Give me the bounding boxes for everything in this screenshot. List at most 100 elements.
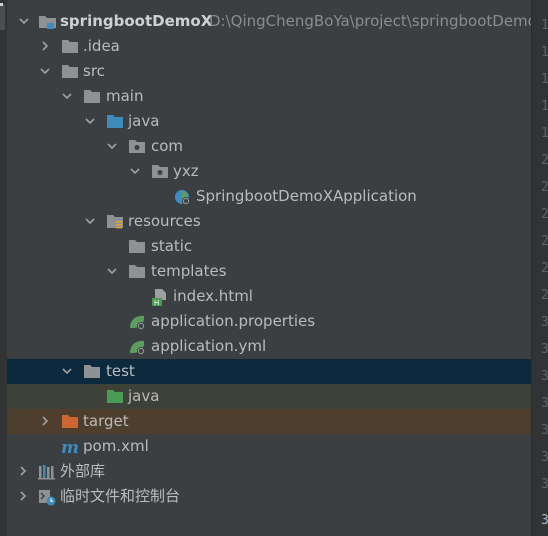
line-number: 2 [541,288,548,303]
chevron-down-icon[interactable] [105,259,119,284]
tree-row-external-libraries[interactable]: 外部库 [7,459,531,484]
tree-row-idea[interactable]: .idea [7,34,531,59]
tree-label: java [128,387,160,405]
chevron-down-icon[interactable] [38,59,52,84]
tree-label: .idea [83,37,120,55]
line-number: 3 [541,396,548,411]
line-number: 1 [541,72,548,87]
tree-row-templates[interactable]: templates [7,259,531,284]
tree-row-test[interactable]: test [7,359,531,384]
folder-icon [61,59,79,84]
line-number: 2 [541,261,548,276]
project-tree[interactable]: springbootDemoX D:\QingChengBoYa\project… [7,9,531,509]
editor-line-number-gutter: 1 1 1 1 1 2 2 2 2 2 2 3 3 3 3 3 3 3 3 [531,0,548,536]
tree-row-main[interactable]: main [7,84,531,109]
tree-row-app-class[interactable]: SpringbootDemoXApplication [7,184,531,209]
spring-config-icon [128,309,146,334]
folder-icon [61,34,79,59]
tree-label: static [151,237,193,255]
tree-label: main [106,87,144,105]
libraries-icon [38,459,56,484]
tree-row-root[interactable]: springbootDemoX D:\QingChengBoYa\project… [7,9,531,34]
tree-row-resources[interactable]: resources [7,209,531,234]
tree-label: java [128,112,160,130]
line-number: 3 [541,513,548,528]
line-number: 1 [541,45,548,60]
tree-row-app-properties[interactable]: application.properties [7,309,531,334]
line-number: 1 [541,18,548,33]
chevron-down-icon[interactable] [128,159,142,184]
tree-label: 临时文件和控制台 [60,487,181,505]
chevron-down-icon[interactable] [60,84,74,109]
line-number: 2 [541,180,548,195]
tree-row-test-java[interactable]: java [7,384,531,409]
line-number: 3 [541,369,548,384]
chevron-right-icon[interactable] [16,459,30,484]
tool-window-stripe-button[interactable] [0,4,5,30]
tree-label: application.properties [151,312,316,330]
line-number: 3 [541,342,548,357]
line-number: 3 [541,423,548,438]
resources-root-folder-icon [106,209,124,234]
line-number: 2 [541,234,548,249]
chevron-right-icon[interactable] [16,484,30,509]
line-number: 3 [541,450,548,465]
svg-text:H: H [154,299,159,306]
chevron-right-icon[interactable] [38,34,52,59]
folder-icon [83,84,101,109]
line-number: 1 [541,126,548,141]
tree-row-com[interactable]: com [7,134,531,159]
tree-label: index.html [173,287,253,305]
tree-row-java[interactable]: java [7,109,531,134]
tree-label: test [106,362,135,380]
tree-label: yxz [173,162,199,180]
line-number: 3 [541,477,548,492]
tree-label: templates [151,262,227,280]
root-path: D:\QingChengBoYa\project\springbootDemoX [209,12,531,30]
tool-window-edge [0,0,7,536]
stripe-indicator [0,3,3,6]
line-number: 1 [541,99,548,114]
tree-label: src [83,62,105,80]
tree-row-target[interactable]: target [7,409,531,434]
source-root-folder-icon [106,109,124,134]
tree-label: application.yml [151,337,267,355]
chevron-down-icon[interactable] [83,209,97,234]
package-icon [128,134,146,159]
test-root-folder-icon [106,384,124,409]
line-number: 2 [541,207,548,222]
line-number: 2 [541,153,548,168]
tree-label: target [83,412,129,430]
scratches-icon [38,484,56,509]
module-folder-icon [38,9,56,34]
html-file-icon: H [151,284,169,309]
folder-icon [128,234,146,259]
chevron-down-icon[interactable] [60,359,74,384]
tree-label: pom.xml [83,437,149,455]
tree-row-app-yml[interactable]: application.yml [7,334,531,359]
tree-row-src[interactable]: src [7,59,531,84]
tree-row-static[interactable]: static [7,234,531,259]
folder-icon [83,359,101,384]
tree-label: com [151,137,184,155]
tree-label: 外部库 [60,462,106,480]
tree-row-yxz[interactable]: yxz [7,159,531,184]
chevron-down-icon[interactable] [105,134,119,159]
tree-row-pom[interactable]: m pom.xml [7,434,531,459]
spring-config-icon [128,334,146,359]
tree-row-scratches[interactable]: 临时文件和控制台 [7,484,531,509]
folder-icon [128,259,146,284]
package-icon [151,159,169,184]
line-number: 3 [541,315,548,330]
tree-label: resources [128,212,201,230]
chevron-down-icon[interactable] [83,109,97,134]
svg-text:m: m [61,438,79,456]
tree-label: SpringbootDemoXApplication [196,187,417,205]
spring-boot-class-icon [173,184,191,209]
maven-icon: m [61,434,79,459]
tree-row-index-html[interactable]: H index.html [7,284,531,309]
excluded-folder-icon [61,409,79,434]
chevron-right-icon[interactable] [38,409,52,434]
root-label: springbootDemoX [60,12,213,30]
chevron-down-icon[interactable] [17,9,31,34]
